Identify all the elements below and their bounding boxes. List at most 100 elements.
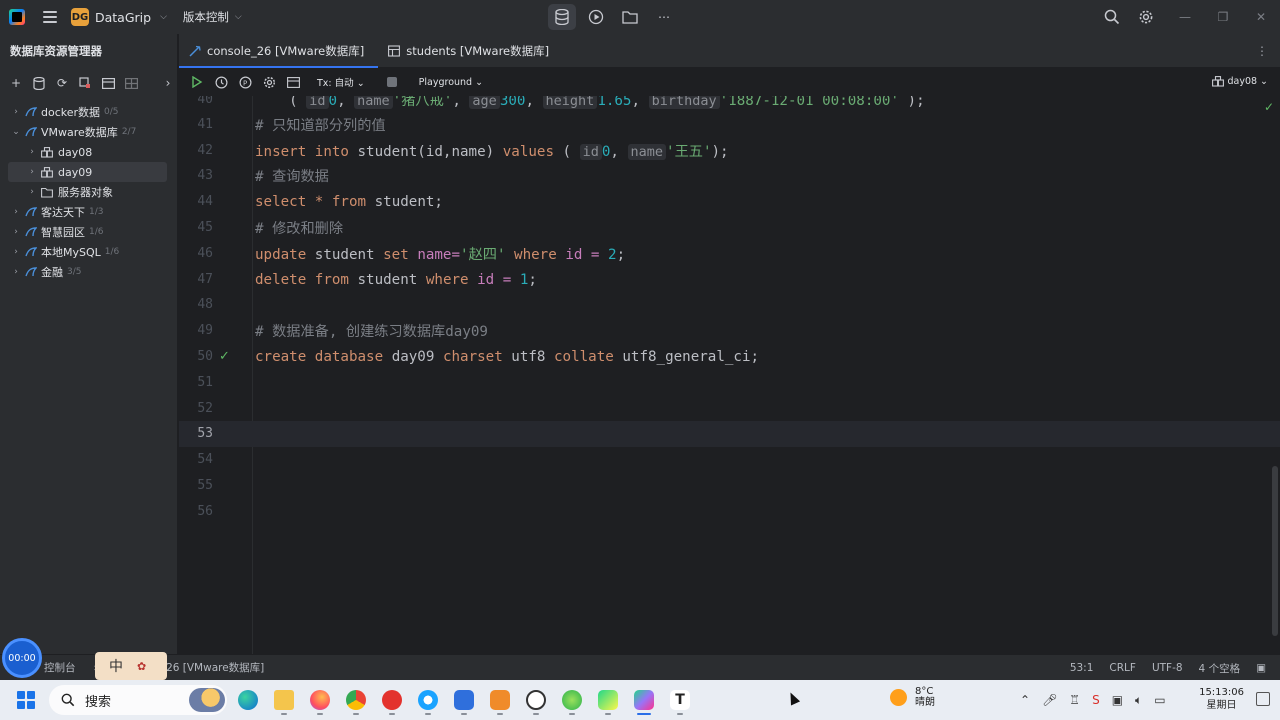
chevron-right-icon[interactable]: › (10, 247, 22, 257)
tree-item-label: docker数据 (41, 106, 101, 119)
vertical-scrollbar[interactable] (1272, 466, 1278, 636)
line-number: 53 (197, 426, 213, 442)
tree-item-docker[interactable]: › docker数据 0/5 (0, 102, 177, 122)
explain-plan-icon[interactable]: P (237, 74, 253, 90)
tree-item-local-mysql[interactable]: › 本地MySQL 1/6 (0, 242, 177, 262)
table-view-icon[interactable] (285, 74, 301, 90)
line-number: 55 (197, 478, 213, 494)
chevron-right-icon[interactable]: › (26, 187, 38, 197)
windows-start-icon[interactable] (17, 691, 35, 709)
tree-item-park[interactable]: › 智慧园区 1/6 (0, 222, 177, 242)
tab-console-26[interactable]: console_26 [VMware数据库] (179, 34, 379, 68)
schema-icon (1212, 76, 1225, 87)
pdf-reader-icon[interactable] (379, 685, 405, 715)
taskbar-clock[interactable]: 15:13:06 星期日 (1199, 686, 1244, 712)
caret-position[interactable]: 53:1 (1070, 662, 1094, 674)
table-view-icon[interactable] (100, 75, 116, 91)
weather-widget[interactable]: 8°C 晴朗 (890, 686, 935, 708)
browser-icon[interactable] (415, 685, 441, 715)
chevron-right-icon[interactable]: › (26, 167, 38, 177)
tree-item-day08[interactable]: › day08 (0, 142, 177, 162)
console-label[interactable]: 控制台 (44, 660, 76, 675)
notification-icon[interactable] (1256, 692, 1270, 706)
chrome-icon[interactable] (343, 685, 369, 715)
ime-mode: 中 (109, 659, 123, 675)
line-separator[interactable]: CRLF (1109, 662, 1136, 674)
edge-icon[interactable] (235, 685, 261, 715)
chevron-right-icon[interactable]: › (10, 227, 22, 237)
close-icon[interactable]: ✕ (1242, 10, 1280, 24)
recording-timer[interactable]: 00:00 (2, 638, 42, 678)
tree-item-server-objects[interactable]: › 服务器对象 (0, 182, 177, 202)
stop-icon[interactable] (386, 77, 397, 87)
chevron-right-icon[interactable]: › (10, 207, 22, 217)
search-icon[interactable] (1098, 4, 1126, 30)
refresh-icon[interactable]: ⟳ (54, 75, 70, 91)
typora-icon[interactable]: T (667, 685, 693, 715)
chevron-up-icon[interactable]: ⌃ (1020, 693, 1030, 707)
schema-icon (41, 146, 53, 158)
main-menu-icon[interactable] (43, 11, 57, 23)
panel-title: 数据库资源管理器 (10, 44, 102, 58)
datagrip-taskbar-icon[interactable] (631, 685, 657, 715)
ime-toolbar[interactable]: 中 ✿ (95, 652, 167, 680)
ime-tray-icon[interactable]: ♖ (1069, 693, 1080, 707)
indent-setting[interactable]: 4 个空格 (1199, 661, 1241, 676)
tree-item-label: 服务器对象 (58, 186, 113, 199)
green-app-icon[interactable] (559, 685, 585, 715)
database-icon[interactable] (548, 4, 576, 30)
file-explorer-icon[interactable] (271, 685, 297, 715)
schema-selector[interactable]: day08 ⌄ (1212, 76, 1268, 87)
restore-icon[interactable]: ❐ (1204, 10, 1242, 24)
tree-item-finance[interactable]: › 金融 3/5 (0, 262, 177, 282)
clock-app-icon[interactable] (523, 685, 549, 715)
vcs-menu[interactable]: 版本控制 ⌵ (183, 9, 242, 25)
services-icon[interactable] (582, 4, 610, 30)
taskbar-search[interactable]: 搜索 (49, 685, 227, 715)
minimize-icon[interactable]: — (1166, 10, 1204, 24)
code-text: ( id 0, name '猪八戒', age 300, height 1.65, bi… (255, 96, 925, 110)
tree-item-vmware[interactable]: ⌄ VMware数据库 2/7 (0, 122, 177, 142)
more-icon[interactable]: ⋯ (650, 4, 678, 30)
chevron-right-icon[interactable]: › (10, 267, 22, 277)
add-icon[interactable]: + (8, 75, 24, 91)
database-tree: › docker数据 0/5 ⌄ VMware数据库 2/7 › day08 ›… (0, 102, 177, 282)
project-selector[interactable]: DG DataGrip ⌵ (71, 8, 167, 26)
system-tray: ⌃ 🎤︎ ♖ S ▣ 🔈︎ ▭ (1020, 680, 1166, 720)
sublime-icon[interactable] (487, 685, 513, 715)
folder-icon[interactable] (616, 4, 644, 30)
network-icon[interactable]: ▣ (1112, 693, 1123, 707)
transaction-mode-selector[interactable]: Tx: 自动 ⌄ (317, 75, 365, 89)
code-editor[interactable]: 40 ( id 0, name '猪八戒', age 300, height 1.65,… (179, 96, 1280, 654)
chevron-down-icon[interactable]: ⌄ (10, 127, 22, 137)
tree-item-count: 1/6 (104, 247, 120, 257)
playground-selector[interactable]: Playground ⌄ (419, 77, 483, 88)
disconnect-icon[interactable] (77, 75, 93, 91)
line-number: 56 (197, 504, 213, 520)
volume-icon[interactable]: 🔈︎ (1135, 693, 1142, 708)
microphone-icon[interactable]: 🎤︎ (1042, 693, 1057, 707)
antivirus-icon[interactable]: S (1092, 693, 1100, 707)
tree-item-day09[interactable]: › day09 (8, 162, 167, 182)
chevron-down-icon: ⌄ (356, 78, 365, 89)
firefox-icon[interactable] (307, 685, 333, 715)
jetbrains-toolbox-icon[interactable] (595, 685, 621, 715)
tab-options-icon[interactable]: ⋮ (1256, 44, 1268, 58)
chevron-right-icon[interactable]: › (10, 107, 22, 117)
lock-icon[interactable]: ▣ (1256, 662, 1266, 674)
tree-item-label: VMware数据库 (41, 126, 118, 139)
tree-item-keda[interactable]: › 客达天下 1/3 (0, 202, 177, 222)
chat-app-icon[interactable] (451, 685, 477, 715)
execute-icon[interactable] (189, 74, 205, 90)
file-encoding[interactable]: UTF-8 (1152, 662, 1183, 674)
grid-icon[interactable] (123, 75, 139, 91)
data-source-properties-icon[interactable] (31, 75, 47, 91)
tab-students[interactable]: students [VMware数据库] (378, 34, 563, 67)
history-icon[interactable] (213, 74, 229, 90)
inspection-ok-icon[interactable]: ✓ (1264, 100, 1274, 114)
gear-icon[interactable] (1132, 4, 1160, 30)
chevron-right-icon[interactable]: › (26, 147, 38, 157)
chevron-right-icon[interactable]: › (160, 75, 176, 91)
settings-icon[interactable] (261, 74, 277, 90)
battery-icon[interactable]: ▭ (1154, 693, 1165, 707)
